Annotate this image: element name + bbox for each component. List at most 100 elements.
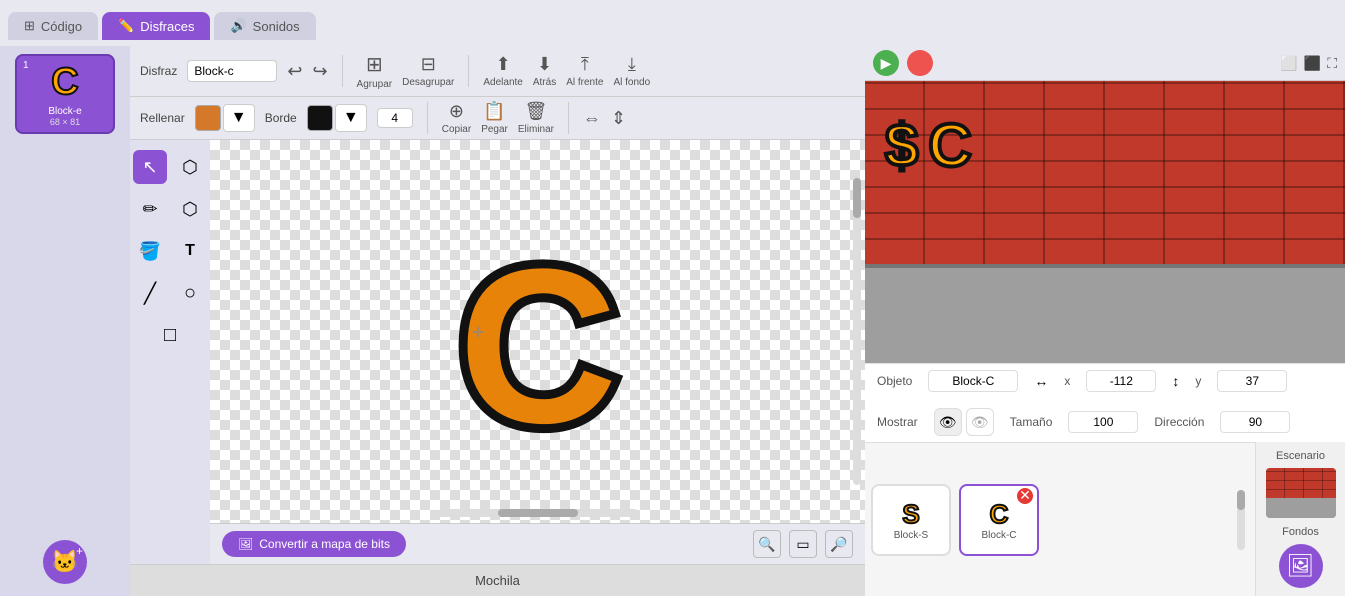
forward-icon: ⬆ [496, 54, 511, 75]
scene-thumbnail[interactable] [1266, 468, 1336, 518]
border-label: Borde [265, 111, 297, 125]
scrollbar-thumb[interactable] [498, 509, 578, 517]
pencil-tool[interactable]: ✏ [133, 192, 167, 226]
costume-name-input[interactable] [187, 60, 277, 82]
sprite-s-name: Block-S [894, 530, 928, 541]
forward-button[interactable]: ⬆ Adelante [483, 54, 522, 88]
sprite-s-letter: S [902, 499, 919, 530]
sprite-name-label: Block-e [48, 106, 81, 117]
add-scene-button[interactable]: 🖼 [1279, 544, 1323, 588]
front-button[interactable]: ⤒ Al frente [566, 54, 603, 88]
canvas-wrapper: C C ✛ 🖼 [210, 140, 865, 564]
forward-label: Adelante [483, 77, 522, 88]
tools-sidebar: ↖ ⬡ ✏ ⬡ 🪣 T ╱ ○ □ [130, 140, 210, 564]
group-icon: ⊞ [366, 52, 383, 77]
stage-fullscreen-button[interactable]: ⛶ [1327, 55, 1337, 72]
undo-button[interactable]: ↩ [287, 61, 302, 82]
zoom-out-icon: 🔍 [758, 536, 775, 553]
direccion-input[interactable] [1220, 411, 1290, 433]
x-input[interactable] [1086, 370, 1156, 392]
ungroup-button[interactable]: ⊟ Desagrupar [402, 54, 454, 88]
scene-sidewalk [1266, 498, 1336, 518]
fill-color-swatch[interactable] [195, 105, 221, 131]
back-most-button[interactable]: ⤓ Al fondo [613, 54, 650, 88]
redo-button[interactable]: ↪ [312, 61, 327, 82]
stop-button[interactable] [907, 50, 933, 76]
back-button[interactable]: ⬇ Atrás [533, 54, 556, 88]
copy-button[interactable]: ⊕ Copiar [442, 101, 471, 135]
sprite-letter-display: C [51, 61, 78, 104]
visibility-buttons: 👁 👁 [934, 408, 994, 436]
flip-v-button[interactable]: ⇕ [611, 108, 626, 129]
border-dropdown-btn[interactable]: ▼ [335, 104, 367, 132]
objeto-input[interactable] [928, 370, 1018, 392]
vertical-scrollbar[interactable] [853, 178, 861, 484]
flip-h-button[interactable]: ⇔ [583, 108, 601, 129]
zoom-controls: 🔍 ▭ 🔎 [753, 530, 853, 558]
delete-button[interactable]: 🗑 Eliminar [518, 101, 554, 135]
sprite-scroll-thumb[interactable] [1237, 490, 1245, 510]
horizontal-scrollbar[interactable] [438, 509, 638, 517]
line-tool[interactable]: ╱ [133, 276, 167, 310]
sprite-thumbnail[interactable]: 1 C Block-e 68 × 81 [15, 54, 115, 134]
eraser-tool[interactable]: ⬡ [173, 192, 207, 226]
canvas-area[interactable]: C C ✛ [210, 140, 865, 523]
convert-bitmap-button[interactable]: 🖼 Convertir a mapa de bits [222, 531, 406, 557]
fill-dropdown-btn[interactable]: ▼ [223, 104, 255, 132]
reshape-tool[interactable]: ⬡ [173, 150, 207, 184]
stage-panel: ▶ ⬜ ⬛ ⛶ $ C Objeto ↔ x [865, 46, 1345, 596]
group-button[interactable]: ⊞ Agrupar [357, 52, 393, 90]
mochila-bar[interactable]: Mochila [130, 564, 865, 596]
tamano-label: Tamaño [1010, 415, 1053, 429]
sprite-panel: 1 C Block-e 68 × 81 🐱 + [0, 46, 130, 596]
ungroup-icon: ⊟ [421, 54, 436, 75]
tool-row-5: □ [153, 318, 187, 352]
x-axis-icon: ↔ [1034, 373, 1048, 389]
tool-row-4: ╱ ○ [133, 276, 207, 310]
circle-tool[interactable]: ○ [173, 276, 207, 310]
zoom-reset-icon: ▭ [796, 536, 809, 553]
sprite-list-container: S Block-S ✕ C Block-C Escenario [865, 442, 1345, 596]
y-input[interactable] [1217, 370, 1287, 392]
sprite-card-block-c[interactable]: ✕ C Block-C [959, 484, 1039, 556]
rect-tool[interactable]: □ [153, 318, 187, 352]
tamano-input[interactable] [1068, 411, 1138, 433]
copy-icon: ⊕ [449, 101, 464, 122]
delete-sprite-c-icon[interactable]: ✕ [1017, 488, 1033, 504]
stage-canvas: $ C [865, 81, 1345, 363]
border-size-input[interactable] [377, 108, 413, 128]
y-axis-icon: ↕ [1172, 373, 1179, 389]
sprite-list-bar: S Block-S ✕ C Block-C [865, 442, 1255, 596]
paste-button[interactable]: 📋 Pegar [481, 101, 508, 135]
select-tool[interactable]: ↖ [133, 150, 167, 184]
tab-sonidos[interactable]: 🔊 Sonidos [214, 12, 315, 40]
svg-text:C: C [458, 223, 617, 469]
stage-layout-2-button[interactable]: ⬛ [1304, 55, 1321, 72]
zoom-reset-button[interactable]: ▭ [789, 530, 817, 558]
mochila-label: Mochila [475, 573, 520, 588]
tab-codigo[interactable]: ⊞ Código [8, 12, 98, 40]
divider-2 [468, 55, 469, 87]
zoom-out-button[interactable]: 🔍 [753, 530, 781, 558]
vscrollbar-thumb[interactable] [853, 178, 861, 218]
sprite-list-scrollbar[interactable] [1237, 490, 1245, 550]
add-sprite-button[interactable]: 🐱 + [43, 540, 87, 584]
tab-sonidos-label: Sonidos [253, 19, 300, 34]
tab-disfraces[interactable]: ✏️ Disfraces [102, 12, 210, 40]
tool-row-3: 🪣 T [133, 234, 207, 268]
text-tool[interactable]: T [173, 234, 207, 268]
sprite-card-block-s[interactable]: S Block-S [871, 484, 951, 556]
fill-tool[interactable]: 🪣 [133, 234, 167, 268]
sprite-size-label: 68 × 81 [50, 117, 80, 127]
back-label: Atrás [533, 77, 556, 88]
flip-v-icon: ⇕ [611, 108, 626, 129]
mostrar-label: Mostrar [877, 415, 918, 429]
hide-button[interactable]: 👁 [966, 408, 994, 436]
border-color-swatch[interactable] [307, 105, 333, 131]
show-button[interactable]: 👁 [934, 408, 962, 436]
zoom-in-button[interactable]: 🔎 [825, 530, 853, 558]
canvas-letter-c: C C [388, 192, 688, 472]
green-flag-button[interactable]: ▶ [873, 50, 899, 76]
add-scene-icon: 🖼 [1287, 553, 1315, 579]
stage-layout-1-button[interactable]: ⬜ [1280, 55, 1297, 72]
